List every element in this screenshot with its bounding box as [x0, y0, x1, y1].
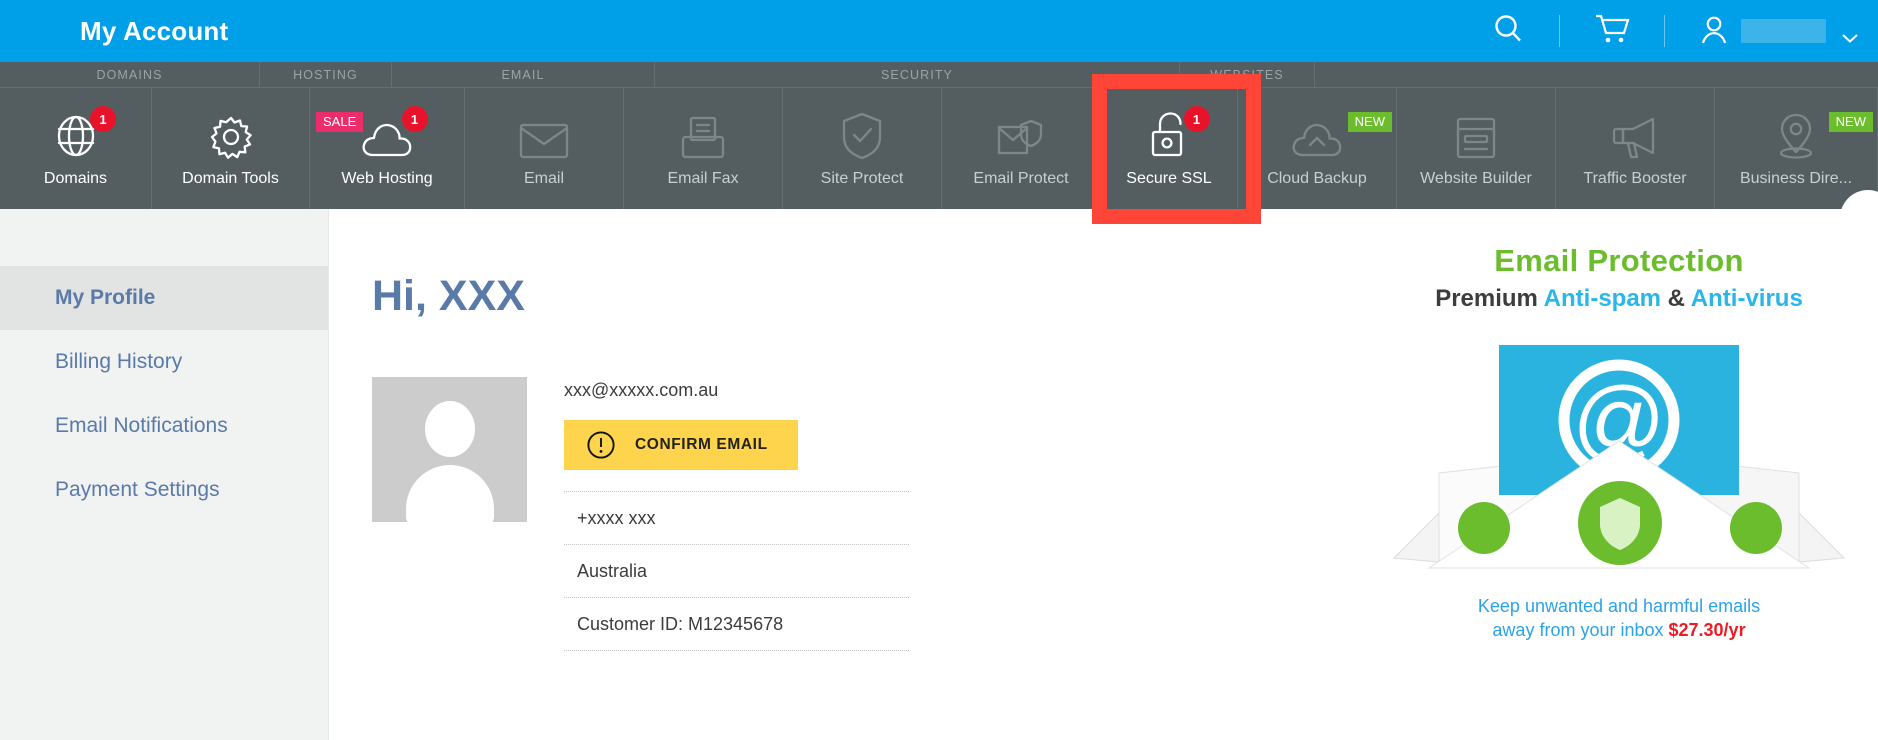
nav-tile-secure-ssl[interactable]: Secure SSL 1	[1101, 88, 1238, 209]
nav-category-websites: WEBSITES	[1180, 62, 1315, 87]
account-name-chip	[1741, 19, 1826, 43]
nav-category-label: SECURITY	[880, 67, 953, 82]
nav-tile-cloud-backup[interactable]: Cloud Backup NEW	[1238, 88, 1397, 209]
exclamation-circle-icon	[586, 430, 616, 460]
details-bottom-divider	[564, 650, 909, 651]
nav-tile-row: Domains 1 Domain Tools Web Hosting 1 SALE Emai…	[0, 88, 1878, 209]
nav-tile-label: Email Protect	[973, 170, 1069, 187]
webpage-icon	[1454, 109, 1498, 161]
country-value: Australia	[577, 560, 648, 581]
notification-badge: 1	[1183, 106, 1210, 132]
search-icon	[1491, 12, 1525, 51]
nav-category-row: DOMAINS HOSTING EMAIL SECURITY WEBSITES	[0, 62, 1878, 88]
cart-button[interactable]	[1560, 0, 1664, 62]
promo-tagline-line1: Keep unwanted and harmful emails	[1477, 596, 1761, 616]
gear-icon	[207, 109, 255, 161]
confirm-email-label: CONFIRM EMAIL	[635, 436, 768, 453]
cart-icon	[1594, 13, 1630, 50]
email-protection-promo[interactable]: Email Protection Premium Anti-spam & Ant…	[1360, 209, 1878, 740]
nav-tile-label: Traffic Booster	[1583, 170, 1687, 187]
promo-title: Email Protection	[1494, 243, 1744, 278]
promo-subtitle: Premium Anti-spam & Anti-virus	[1360, 285, 1878, 313]
envelope-icon	[518, 109, 570, 161]
nav-category-hosting: HOSTING	[260, 62, 392, 87]
nav-tile-site-protect[interactable]: Site Protect	[783, 88, 942, 209]
nav-category-email: EMAIL	[392, 62, 655, 87]
nav-category-security: SECURITY	[655, 62, 1180, 87]
sidebar-item-billing-history[interactable]: Billing History	[0, 330, 328, 394]
nav-tile-label: Website Builder	[1420, 170, 1532, 187]
email-value: xxx@xxxxx.com.au	[564, 380, 719, 400]
phone-row: +xxxx xxx	[564, 491, 909, 544]
sidebar-item-my-profile[interactable]: My Profile	[0, 266, 328, 330]
sidebar-item-email-notifications[interactable]: Email Notifications	[0, 394, 328, 458]
sidebar-item-label: Email Notifications	[55, 414, 228, 437]
avatar[interactable]	[372, 377, 527, 525]
fax-icon	[679, 109, 727, 161]
nav-tile-label: Cloud Backup	[1267, 170, 1367, 187]
top-header-bar: My Account	[0, 0, 1878, 62]
country-row: Australia	[564, 544, 909, 597]
sidebar-item-label: Payment Settings	[55, 478, 220, 501]
map-pin-icon	[1774, 109, 1818, 161]
search-button[interactable]	[1457, 0, 1559, 62]
nav-category-blank	[1315, 62, 1878, 87]
nav-category-label: HOSTING	[293, 67, 358, 82]
sale-flag: SALE	[316, 112, 364, 132]
main-content: Hi, XXX xxx@xxxxx.com.au CONFIRM EMAIL +…	[328, 209, 1878, 740]
phone-value: +xxxx xxx	[577, 507, 656, 528]
promo-subtitle-antispam: Anti-spam	[1543, 285, 1662, 312]
nav-tile-label: Web Hosting	[341, 170, 433, 187]
account-sidebar: My Profile Billing History Email Notificat…	[0, 209, 328, 740]
promo-tagline: Keep unwanted and harmful emails away fr…	[1360, 594, 1878, 643]
notification-badge: 1	[401, 106, 428, 132]
mail-shield-icon	[996, 109, 1046, 161]
cloud-up-icon	[1289, 109, 1345, 161]
sidebar-item-label: My Profile	[55, 286, 156, 309]
profile-details: xxx@xxxxx.com.au CONFIRM EMAIL +xxxx xxx	[564, 377, 909, 651]
user-icon	[1699, 13, 1729, 50]
nav-tile-email[interactable]: Email	[465, 88, 624, 209]
page-body: My Profile Billing History Email Notificat…	[0, 209, 1878, 740]
promo-subtitle-pre: Premium	[1435, 285, 1544, 312]
nav-tile-label: Site Protect	[820, 170, 904, 187]
nav-tile-label: Business Dire...	[1739, 170, 1853, 187]
account-menu-button[interactable]	[1665, 0, 1858, 62]
confirm-email-button[interactable]: CONFIRM EMAIL	[564, 420, 798, 470]
nav-tile-business-dire[interactable]: Business Dire... NEW	[1715, 88, 1878, 209]
product-nav: DOMAINS HOSTING EMAIL SECURITY WEBSITES Doma…	[0, 62, 1878, 246]
nav-tile-label: Email Fax	[667, 170, 739, 187]
nav-tile-label: Email	[523, 170, 564, 187]
sidebar-item-payment-settings[interactable]: Payment Settings	[0, 458, 328, 522]
shield-check-icon	[841, 109, 883, 161]
nav-tile-domains[interactable]: Domains 1	[0, 88, 152, 209]
promo-subtitle-antivirus: Anti-virus	[1690, 285, 1803, 312]
customer-id-row: Customer ID: M12345678	[564, 597, 909, 650]
nav-category-label: EMAIL	[501, 67, 545, 82]
nav-tile-label: Domains	[43, 170, 108, 187]
new-flag: NEW	[1347, 112, 1392, 132]
sidebar-item-label: Billing History	[55, 350, 183, 373]
nav-tile-website-builder[interactable]: Website Builder	[1397, 88, 1556, 209]
nav-tile-traffic-booster[interactable]: Traffic Booster	[1556, 88, 1715, 209]
email-envelope-shield-icon: @	[1360, 323, 1878, 578]
header-actions	[1457, 0, 1858, 62]
nav-category-label: WEBSITES	[1210, 67, 1284, 82]
nav-tile-email-fax[interactable]: Email Fax	[624, 88, 783, 209]
promo-subtitle-mid: &	[1661, 285, 1691, 312]
notification-badge: 1	[90, 106, 116, 132]
customer-id-value: Customer ID: M12345678	[577, 613, 784, 634]
nav-tile-label: Domain Tools	[182, 170, 279, 187]
nav-tile-email-protect[interactable]: Email Protect	[942, 88, 1101, 209]
new-flag: NEW	[1828, 112, 1873, 132]
nav-category-label: DOMAINS	[96, 67, 163, 82]
megaphone-icon	[1609, 109, 1661, 161]
nav-tile-domain-tools[interactable]: Domain Tools	[152, 88, 310, 209]
nav-tile-web-hosting[interactable]: Web Hosting 1 SALE	[310, 88, 465, 209]
brand-title: My Account	[80, 15, 229, 46]
promo-tagline-line2: away from your inbox	[1492, 620, 1669, 641]
nav-tile-label: Secure SSL	[1126, 170, 1212, 187]
nav-category-domains: DOMAINS	[0, 62, 260, 87]
promo-price: $27.30/yr	[1668, 620, 1746, 641]
